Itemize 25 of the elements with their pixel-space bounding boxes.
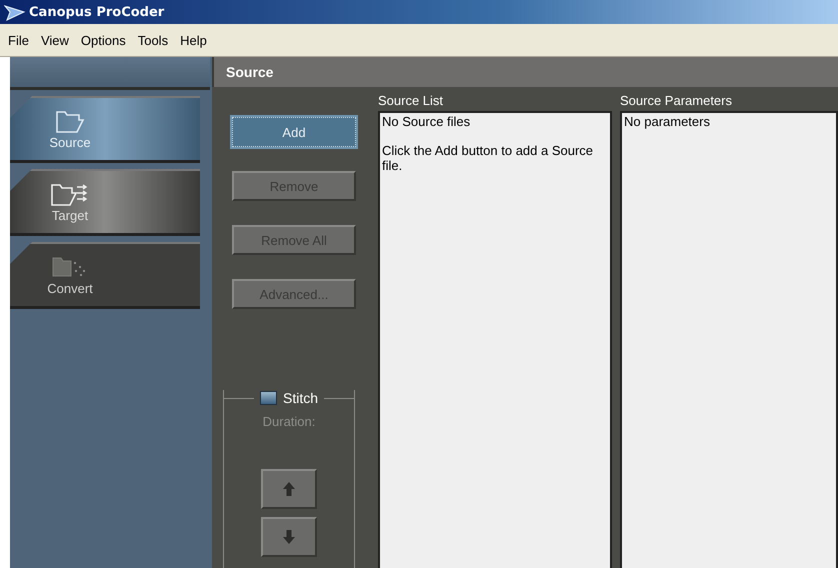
stitch-label: Stitch (283, 390, 318, 406)
window-title: Canopus ProCoder (29, 4, 164, 20)
duration-label: Duration: (262, 414, 316, 429)
up-arrow-icon (282, 481, 296, 497)
menu-item[interactable]: View (34, 32, 75, 48)
source-list-label: Source List (378, 92, 444, 110)
move-up-button[interactable] (261, 469, 317, 509)
menu-item[interactable]: Options (74, 32, 132, 48)
app-logo-icon (4, 3, 26, 21)
folder-arrows-icon (50, 181, 90, 207)
down-arrow-icon (282, 529, 296, 545)
list-message: Click the Add button to add a Source file. (382, 143, 594, 173)
source-parameters-label: Source Parameters (620, 92, 732, 110)
menu-item[interactable]: Tools (132, 32, 174, 48)
action-button[interactable]: Add (232, 117, 356, 147)
menu-item[interactable]: Help (174, 32, 213, 48)
parameters-message: No parameters (624, 114, 710, 129)
folder-icon (55, 108, 85, 134)
stitch-checkbox[interactable] (260, 391, 277, 405)
menu-item[interactable]: File (2, 32, 35, 48)
move-down-button[interactable] (261, 517, 317, 557)
source-list[interactable]: No Source files Click the Add button to add a Source file. (378, 111, 612, 568)
list-message: No Source files (382, 114, 470, 129)
section-title: Source (226, 64, 274, 80)
sidebar-tab[interactable]: Target (10, 169, 200, 236)
